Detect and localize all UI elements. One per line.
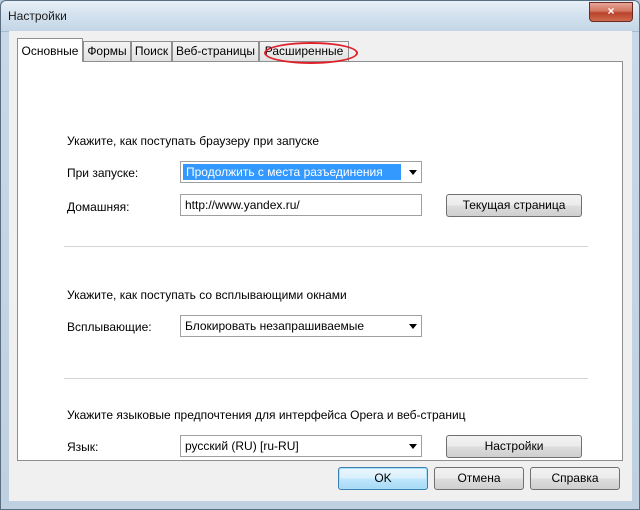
language-select[interactable]: русский (RU) [ru-RU] xyxy=(180,435,422,457)
chevron-down-icon xyxy=(409,444,417,449)
tab-search[interactable]: Поиск xyxy=(131,41,172,61)
startup-heading: Укажите, как поступать браузеру при запу… xyxy=(67,134,320,148)
separator-2 xyxy=(64,378,588,380)
cancel-button[interactable]: Отмена xyxy=(434,467,524,490)
startup-select[interactable]: Продолжить с места разъединения xyxy=(180,161,422,183)
dialog-client: Основные Формы Поиск Веб-страницы Расшир… xyxy=(9,31,632,501)
language-settings-button[interactable]: Настройки xyxy=(446,435,582,458)
chevron-down-icon xyxy=(409,324,417,329)
popups-select-value: Блокировать незапрашиваемые xyxy=(185,319,365,333)
separator-1 xyxy=(64,246,588,248)
language-label: Язык: xyxy=(67,440,99,454)
tab-web-pages[interactable]: Веб-страницы xyxy=(172,41,259,61)
startup-select-value: Продолжить с места разъединения xyxy=(183,164,401,180)
tab-forms[interactable]: Формы xyxy=(83,41,131,61)
settings-window: Настройки × Основные Формы Поиск Веб-стр… xyxy=(0,0,640,510)
tab-general[interactable]: Основные xyxy=(17,38,83,62)
popups-select[interactable]: Блокировать незапрашиваемые xyxy=(180,315,422,337)
popups-label: Всплывающие: xyxy=(67,320,152,334)
close-icon: × xyxy=(607,4,615,18)
annotation-ellipse xyxy=(264,42,358,64)
chevron-down-icon xyxy=(409,170,417,175)
startup-label: При запуске: xyxy=(67,166,139,180)
homepage-input[interactable]: http://www.yandex.ru/ xyxy=(180,194,422,216)
popups-heading: Укажите, как поступать со всплывающими о… xyxy=(67,288,347,302)
window-title: Настройки xyxy=(8,9,67,23)
ok-button[interactable]: OK xyxy=(338,467,428,490)
language-heading: Укажите языковые предпочтения для интерф… xyxy=(67,408,466,422)
help-button[interactable]: Справка xyxy=(530,467,620,490)
general-tab-panel: Укажите, как поступать браузеру при запу… xyxy=(17,61,623,461)
close-button[interactable]: × xyxy=(589,2,633,22)
homepage-label: Домашняя: xyxy=(67,200,130,214)
use-current-page-button[interactable]: Текущая страница xyxy=(446,194,582,217)
title-bar[interactable]: Настройки × xyxy=(1,1,639,32)
language-select-value: русский (RU) [ru-RU] xyxy=(185,439,299,453)
